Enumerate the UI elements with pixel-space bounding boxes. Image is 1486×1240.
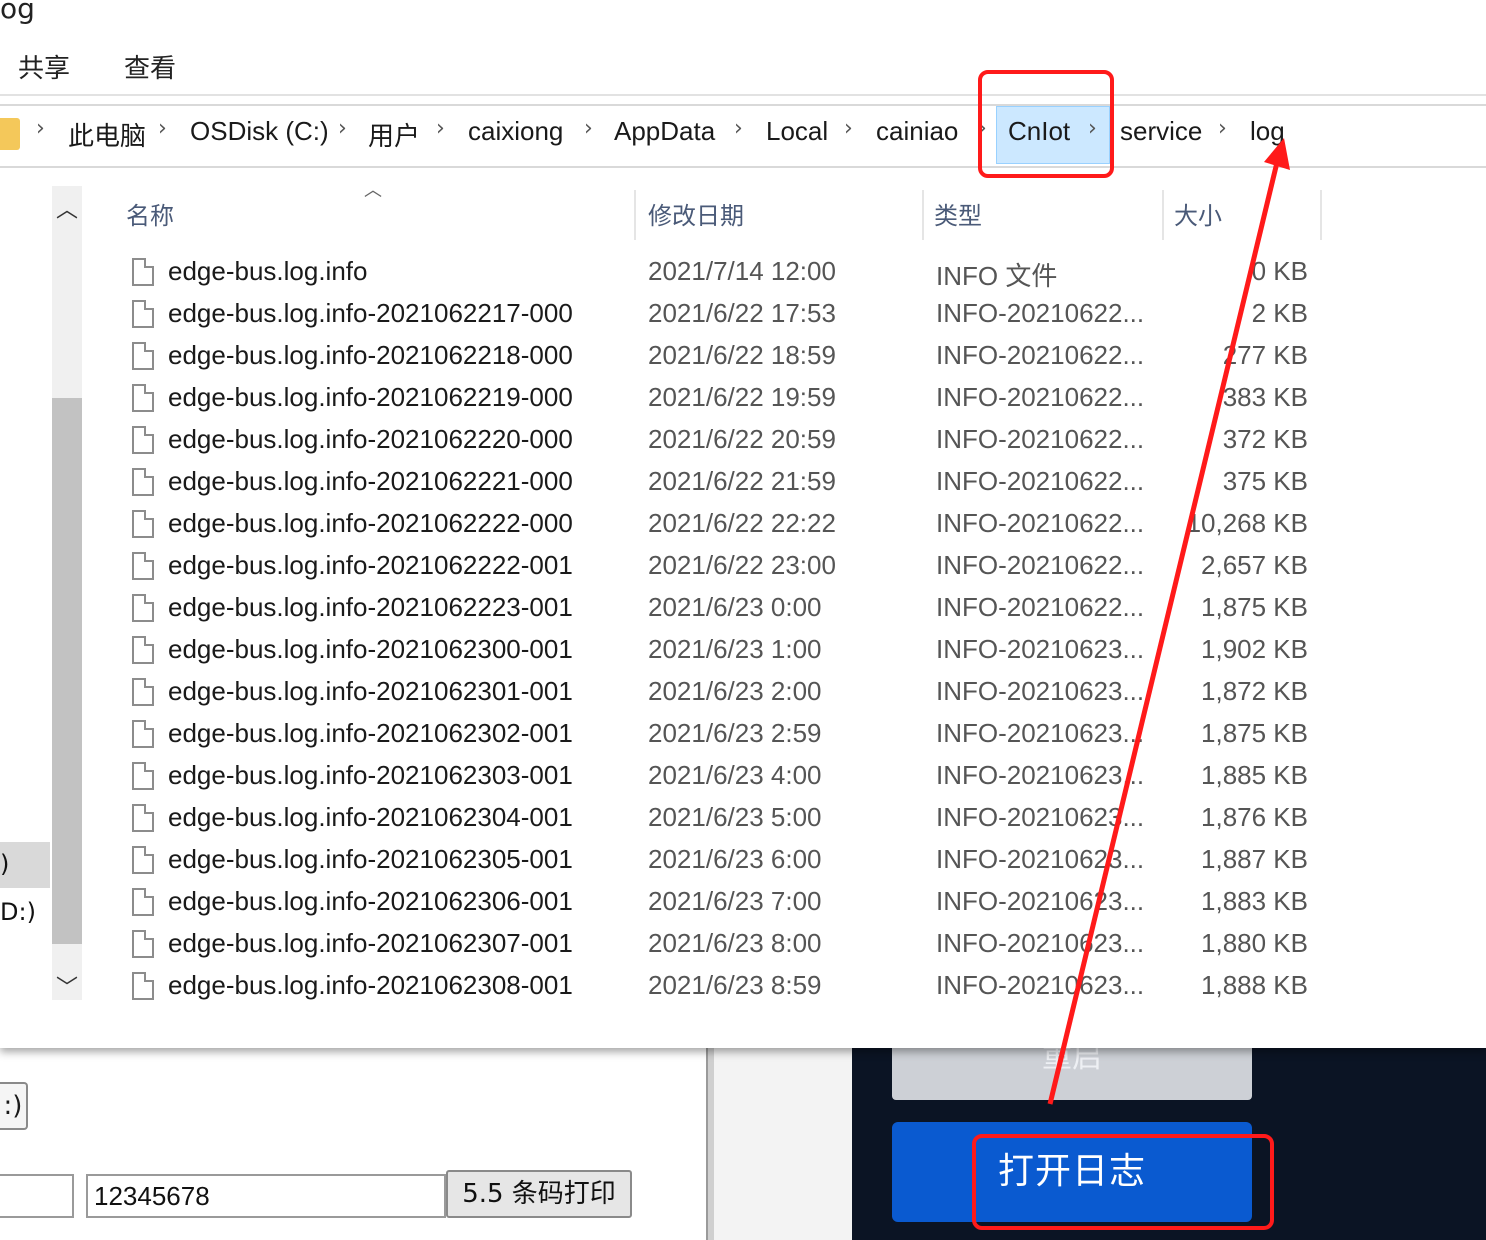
annotation-arrow-head (1264, 138, 1290, 170)
annotation-arrow (1047, 138, 1290, 1105)
annotation-arrow-line (1047, 149, 1283, 1105)
